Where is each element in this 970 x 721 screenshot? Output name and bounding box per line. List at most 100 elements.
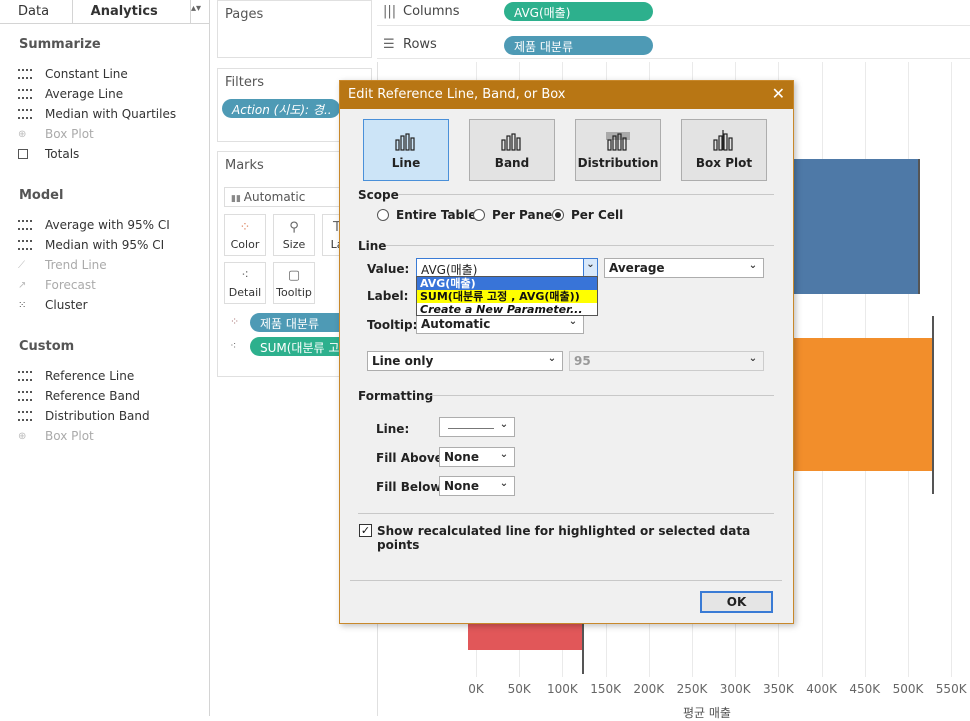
radio-per-cell[interactable] [552,209,564,221]
x-tick-label: 500K [892,682,924,696]
constant-line-icon [18,68,34,80]
bottom-rule [358,513,774,514]
type-box-plot-button[interactable]: Box Plot [681,119,767,181]
columns-shelf[interactable]: ||| Columns AVG(매출) [377,0,970,26]
value-dropdown-list[interactable]: AVG(매출) SUM(대분류 고정 , AVG(매출)) Create a N… [416,276,598,316]
line-type-icon [395,133,415,151]
bar-series-3[interactable] [468,622,582,650]
dropdown-option-sum[interactable]: SUM(대분류 고정 , AVG(매출)) [417,290,597,303]
chevron-down-icon[interactable]: ⌄ [497,449,511,460]
tooltip-select[interactable]: Automatic ⌄ [416,314,584,334]
reference-line-1 [918,159,920,294]
value-select[interactable]: AVG(매출) ⌄ [416,258,598,278]
analytics-item-average-line[interactable]: Average Line [18,85,123,103]
fill-below-select[interactable]: None ⌄ [439,476,515,496]
forecast-icon: ↗ [18,279,27,291]
x-tick-label: 400K [806,682,837,696]
pane-tabs: Data Analytics ▴▾ [0,0,209,24]
chevron-down-icon[interactable]: ⌄ [497,478,511,489]
tooltip-icon: ▢ [287,268,301,283]
rows-shelf[interactable]: ☰ Rows 제품 대분류 [377,33,970,59]
gridline [951,62,953,677]
filters-title: Filters [225,75,264,90]
formatting-rule [428,395,774,396]
type-band-button[interactable]: Band [469,119,555,181]
filter-pill[interactable]: Action (시도): 경.. [222,99,340,118]
value-label: Value: [367,262,410,276]
x-tick-label: 50K [507,682,531,696]
analytics-item-totals[interactable]: Totals [18,145,79,163]
analytics-item-constant-line[interactable]: Constant Line [18,65,128,83]
footer-rule [350,580,782,581]
dialog-title: Edit Reference Line, Band, or Box [340,81,793,109]
mark-pill-category[interactable]: 제품 대분류 [250,313,350,332]
scope-title: Scope [358,188,399,202]
bar-series-1[interactable] [794,159,919,294]
radio-entire-table[interactable] [377,209,389,221]
section-title-custom: Custom [19,339,75,354]
marks-size-button[interactable]: ⚲ Size [273,214,315,256]
analytics-item-median-quartiles[interactable]: Median with Quartiles [18,105,176,123]
analytics-item-box-plot-custom: ⊕ Box Plot [18,429,94,443]
analytics-item-distribution-band[interactable]: Distribution Band [18,407,150,425]
ok-button[interactable]: OK [700,591,773,613]
type-distribution-button[interactable]: Distribution [575,119,661,181]
type-line-button[interactable]: Line [363,119,449,181]
scope-entire-table[interactable]: Entire Table [377,208,476,222]
dropdown-option-avg[interactable]: AVG(매출) [417,277,597,290]
analytics-item-reference-band[interactable]: Reference Band [18,387,140,405]
reference-line-icon [18,370,34,382]
scope-per-cell[interactable]: Per Cell [552,208,623,222]
color-icon: ⁘ [230,315,240,328]
bar-series-2[interactable] [794,338,932,471]
x-tick-label: 250K [676,682,708,696]
x-axis-title: 평균 매출 [683,706,731,720]
analytics-item-reference-line[interactable]: Reference Line [18,367,134,385]
line-style-preview [448,428,494,429]
chevron-down-icon[interactable]: ⌄ [497,419,511,430]
chevron-down-icon[interactable]: ⌄ [583,259,597,277]
rows-icon: ☰ [383,37,395,52]
tab-data[interactable]: Data [0,0,72,23]
line-format-select[interactable]: ⌄ [439,417,515,437]
chevron-down-icon[interactable]: ⌄ [566,316,580,327]
analytics-item-average-ci[interactable]: Average with 95% CI [18,216,170,234]
distribution-type-icon [606,132,630,151]
x-tick-label: 450K [849,682,881,696]
marks-tooltip-button[interactable]: ▢ Tooltip [273,262,315,304]
line-only-select[interactable]: Line only ⌄ [367,351,563,371]
pages-card[interactable]: Pages [217,0,372,58]
marks-detail-button[interactable]: ⁖ Detail [224,262,266,304]
radio-per-pane[interactable] [473,209,485,221]
scope-per-pane[interactable]: Per Pane [473,208,552,222]
fill-below-label: Fill Below: [376,480,447,494]
aggregation-select[interactable]: Average ⌄ [604,258,764,278]
analytics-item-trend-line: ⟋ Trend Line [18,258,107,272]
marks-color-button[interactable]: ⁘ Color [224,214,266,256]
median-ci-icon [18,239,34,251]
recalc-checkbox[interactable]: ✓ [359,524,372,537]
detail-icon: ⁖ [230,339,237,352]
x-tick-label: 350K [763,682,794,696]
chevron-down-icon[interactable]: ⌄ [545,353,559,364]
trend-line-icon: ⟋ [18,259,25,271]
line-title: Line [358,239,387,253]
band-type-icon [501,133,521,151]
sort-icon[interactable]: ▴▾ [191,0,209,23]
dropdown-option-new-parameter[interactable]: Create a New Parameter... [417,303,597,316]
columns-pill[interactable]: AVG(매출) [504,2,653,21]
box-plot-type-icon [713,130,733,151]
rows-pill[interactable]: 제품 대분류 [504,36,653,55]
rows-label: Rows [403,37,437,52]
scope-rule [398,194,774,195]
marks-title: Marks [225,158,264,173]
analytics-item-median-ci[interactable]: Median with 95% CI [18,236,164,254]
bar-chart-icon: ▮▮ [231,194,244,204]
close-icon[interactable]: ✕ [772,84,785,103]
tab-analytics[interactable]: Analytics [71,0,191,23]
label-label: Label: [367,289,409,303]
distribution-band-icon [18,410,34,422]
analytics-item-cluster[interactable]: ⁙ Cluster [18,296,88,314]
chevron-down-icon[interactable]: ⌄ [746,260,760,271]
fill-above-select[interactable]: None ⌄ [439,447,515,467]
